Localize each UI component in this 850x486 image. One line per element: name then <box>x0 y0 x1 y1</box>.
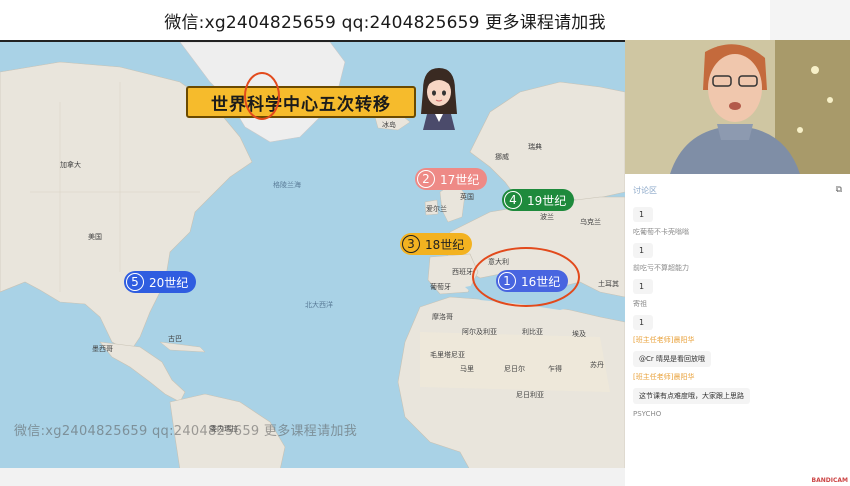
banner-text: 微信:xg2404825659 qq:2404825659 更多课程请加我 <box>164 12 606 33</box>
marker-highlight-circle <box>472 247 580 307</box>
label-cuba: 古巴 <box>168 335 182 343</box>
label-uk: 英国 <box>460 193 474 201</box>
marker-label: 19世纪 <box>527 193 567 208</box>
marker-18th-century[interactable]: 3 18世纪 <box>400 233 473 255</box>
label-iceland: 冰岛 <box>382 121 396 129</box>
cartoon-teacher-icon <box>421 68 457 130</box>
chat-username: 前吃亏不算超能力 <box>633 264 689 272</box>
label-poland: 波兰 <box>540 213 554 221</box>
label-morocco: 摩洛哥 <box>432 313 453 321</box>
slide-title: 世界科学中心五次转移 <box>186 86 416 118</box>
chat-title: 讨论区 <box>633 185 657 195</box>
marker-number: 4 <box>504 191 522 209</box>
marker-label: 20世纪 <box>149 275 189 290</box>
marker-20th-century[interactable]: 5 20世纪 <box>124 271 197 293</box>
label-canada: 加拿大 <box>60 161 81 169</box>
chat-message: 1 <box>633 202 842 222</box>
chat-message-text: 1 <box>633 207 653 222</box>
marker-label: 18世纪 <box>425 237 465 252</box>
chat-username: PSYCHO <box>633 410 662 418</box>
marker-label: 17世纪 <box>440 172 480 187</box>
teacher-video-icon <box>625 40 850 174</box>
label-usa: 美国 <box>88 233 102 241</box>
label-niger: 尼日尔 <box>504 365 525 373</box>
label-nigeria: 尼日利亚 <box>516 391 544 399</box>
chat-username: 寄祖 <box>633 300 647 308</box>
chat-message-text: 1 <box>633 243 653 258</box>
title-highlight-circle <box>244 72 280 120</box>
slide-bottom-bar <box>0 468 625 486</box>
chat-panel: 讨论区 ⧉ 1 吃葡萄不卡壳嗡嗡 1 前吃亏不算超能力 1 寄祖 1 [班主任老… <box>625 174 850 486</box>
top-watermark-banner: 微信:xg2404825659 qq:2404825659 更多课程请加我 <box>0 0 770 40</box>
chat-settings-icon[interactable]: ⧉ <box>836 185 842 195</box>
marker-19th-century[interactable]: 4 19世纪 <box>502 189 575 211</box>
chat-username: 吃葡萄不卡壳嗡嗡 <box>633 228 689 236</box>
app-window: 微信:xg2404825659 qq:2404825659 更多课程请加我 世界… <box>0 0 850 486</box>
chat-message-text: 1 <box>633 279 653 294</box>
chat-username: [班主任老师]晨阳华 <box>633 373 695 381</box>
chat-message: PSYCHO <box>633 408 842 420</box>
label-chad: 乍得 <box>548 365 562 373</box>
label-egypt: 埃及 <box>572 330 586 338</box>
label-spain: 西班牙 <box>452 268 473 276</box>
chat-message: [班主任老师]晨阳华 @Cr 晴晃是看回放哦 <box>633 334 842 367</box>
chat-message: [班主任老师]晨阳华 这节课有点难度哦，大家跟上思路 <box>633 371 842 404</box>
label-mauritania: 毛里塔尼亚 <box>430 351 465 359</box>
chat-header: 讨论区 ⧉ <box>633 182 842 198</box>
chat-message: 吃葡萄不卡壳嗡嗡 1 <box>633 226 842 258</box>
label-portugal: 葡萄牙 <box>430 283 451 291</box>
chat-message-text: @Cr 晴晃是看回放哦 <box>633 351 711 367</box>
chat-message: 前吃亏不算超能力 1 <box>633 262 842 294</box>
corner-strip <box>770 0 850 40</box>
label-mali: 马里 <box>460 365 474 373</box>
chat-message: 寄祖 1 <box>633 298 842 330</box>
label-sweden: 瑞典 <box>528 143 542 151</box>
label-norway: 挪威 <box>495 153 509 161</box>
marker-number: 5 <box>126 273 144 291</box>
label-turkey: 土耳其 <box>598 280 619 288</box>
label-ukraine: 乌克兰 <box>580 218 601 226</box>
label-atlantic: 北大西洋 <box>305 301 333 309</box>
chat-username: [班主任老师]晨阳华 <box>633 336 695 344</box>
marker-number: 2 <box>417 170 435 188</box>
label-greenland-sea: 格陵兰海 <box>273 181 301 189</box>
label-libya: 利比亚 <box>522 328 543 336</box>
label-sudan: 苏丹 <box>590 361 604 369</box>
slide-map: 世界科学中心五次转移 加拿大 格陵兰海 冰岛 挪威 瑞典 英国 爱尔兰 波兰 乌… <box>0 40 625 468</box>
teacher-webcam <box>625 40 850 174</box>
chat-message-text: 1 <box>633 315 653 330</box>
label-mexico: 墨西哥 <box>92 345 113 353</box>
bottom-watermark: 微信:xg2404825659 qq:2404825659 更多课程请加我 <box>14 424 357 439</box>
label-ireland: 爱尔兰 <box>426 205 447 213</box>
marker-number: 3 <box>402 235 420 253</box>
label-algeria: 阿尔及利亚 <box>462 328 497 336</box>
recorder-watermark: BANDICAM <box>811 477 848 484</box>
marker-17th-century[interactable]: 2 17世纪 <box>415 168 488 190</box>
chat-message-text: 这节课有点难度哦，大家跟上思路 <box>633 388 750 404</box>
